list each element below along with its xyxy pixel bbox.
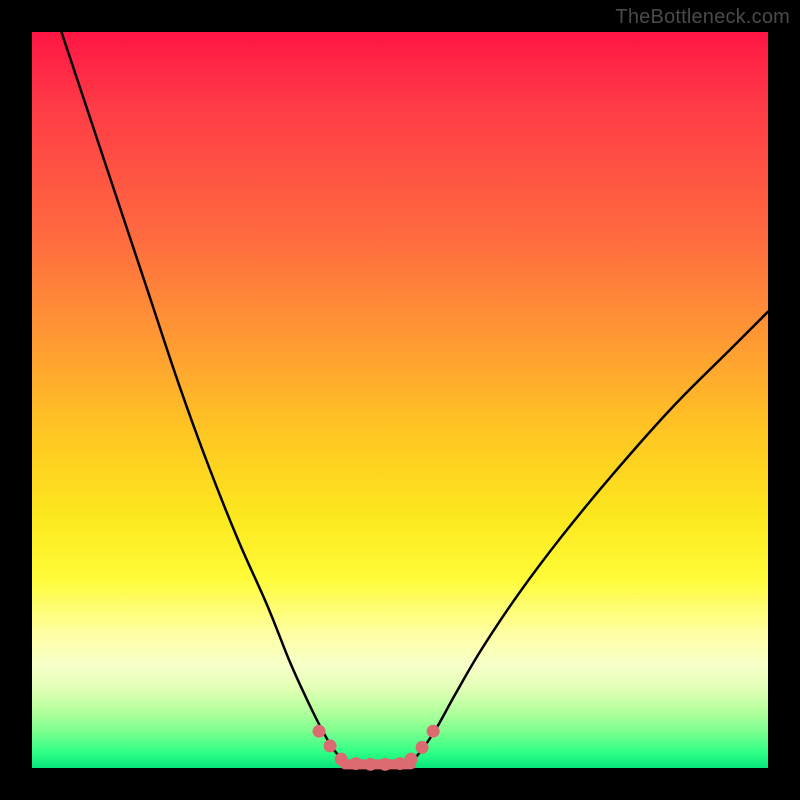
marker-dot	[313, 725, 326, 738]
marker-dot	[364, 758, 377, 771]
plot-area	[32, 32, 768, 768]
marker-dot	[416, 741, 429, 754]
bottom-markers	[313, 725, 440, 771]
watermark-text: TheBottleneck.com	[615, 6, 790, 29]
marker-dot	[335, 753, 348, 766]
marker-dot	[405, 753, 418, 766]
marker-dot	[324, 739, 337, 752]
chart-stage: TheBottleneck.com	[0, 0, 800, 800]
marker-dot	[349, 757, 362, 770]
chart-svg	[32, 32, 768, 768]
marker-dot	[427, 725, 440, 738]
marker-dot	[379, 758, 392, 771]
right-curve	[411, 312, 768, 762]
left-curve	[61, 32, 344, 762]
